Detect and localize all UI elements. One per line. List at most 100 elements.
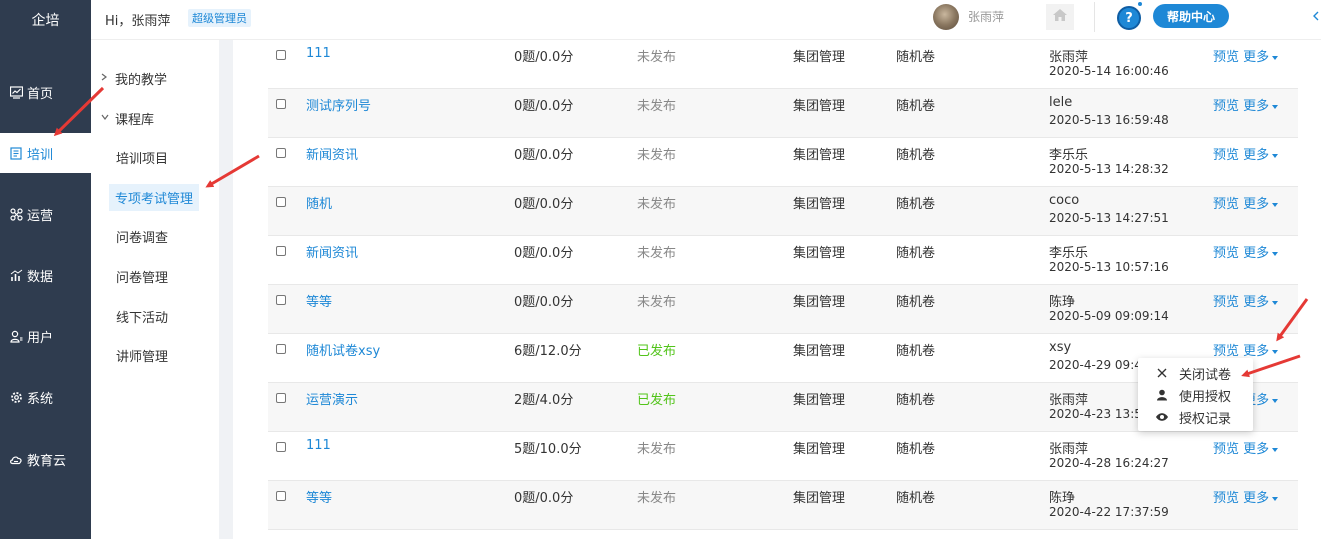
exam-name-link[interactable]: 111: [306, 438, 331, 453]
more-dropdown-toggle[interactable]: 更多: [1243, 197, 1279, 212]
more-dropdown-toggle[interactable]: 更多: [1243, 295, 1279, 310]
row-actions: 预览 更多: [1213, 438, 1279, 457]
nav-item-home[interactable]: 首页: [0, 72, 91, 112]
help-icon[interactable]: ?: [1117, 6, 1141, 30]
exam-name-link[interactable]: 随机: [306, 193, 332, 212]
row-checkbox[interactable]: [276, 246, 286, 256]
group-cell: 集团管理: [793, 246, 846, 261]
row-checkbox[interactable]: [276, 50, 286, 60]
question-score: 0题/0.0分: [514, 99, 574, 114]
preview-link[interactable]: 预览: [1213, 246, 1239, 261]
app-logo[interactable]: 企培: [0, 0, 91, 40]
more-label: 更多: [1243, 442, 1270, 457]
nav-label: 系统: [27, 391, 54, 407]
author-cell: xsy: [1049, 340, 1072, 355]
avatar[interactable]: [933, 4, 959, 30]
subnav-item-questionnaire[interactable]: 问卷管理: [91, 262, 219, 290]
preview-link[interactable]: 预览: [1213, 442, 1239, 457]
author-cell: 李乐乐: [1049, 246, 1089, 261]
nav-item-data[interactable]: 数据: [0, 255, 91, 295]
menu-item-use-authorization[interactable]: 使用授权: [1138, 384, 1253, 406]
exam-name-link[interactable]: 等等: [306, 291, 332, 310]
exam-name-link[interactable]: 测试序列号: [306, 95, 371, 114]
menu-item-close-exam[interactable]: 关闭试卷: [1138, 362, 1253, 384]
question-score: 0题/0.0分: [514, 197, 574, 212]
subnav-group-my-teaching[interactable]: 我的教学: [91, 64, 219, 92]
preview-link[interactable]: 预览: [1213, 148, 1239, 163]
preview-link[interactable]: 预览: [1213, 344, 1239, 359]
row-checkbox[interactable]: [276, 148, 286, 158]
subnav-item-special-exam[interactable]: 专项考试管理: [91, 183, 219, 211]
more-dropdown-toggle[interactable]: 更多: [1243, 344, 1279, 359]
question-score: 0题/0.0分: [514, 491, 574, 506]
exam-type-cell: 随机卷: [896, 295, 936, 310]
chevron-down-icon: [101, 113, 113, 124]
caret-down-icon: [1272, 200, 1279, 209]
author-cell: 张雨萍: [1049, 442, 1089, 457]
group-cell: 集团管理: [793, 148, 846, 163]
exam-name-link[interactable]: 等等: [306, 487, 332, 506]
row-checkbox[interactable]: [276, 442, 286, 452]
nav-item-edu-cloud[interactable]: 教育云: [0, 439, 91, 479]
author-cell: 张雨萍: [1049, 50, 1089, 65]
exam-name-link[interactable]: 新闻资讯: [306, 144, 358, 163]
caret-down-icon: [1272, 298, 1279, 307]
preview-link[interactable]: 预览: [1213, 99, 1239, 114]
subnav-item-offline-activity[interactable]: 线下活动: [91, 302, 219, 330]
more-dropdown-toggle[interactable]: 更多: [1243, 50, 1279, 65]
caret-down-icon: [1272, 151, 1279, 160]
subnav-item-survey[interactable]: 问卷调查: [91, 222, 219, 250]
exam-name-link[interactable]: 新闻资讯: [306, 242, 358, 261]
row-checkbox[interactable]: [276, 99, 286, 109]
help-center-button[interactable]: 帮助中心: [1153, 4, 1229, 28]
exam-name-link[interactable]: 随机试卷xsy: [306, 340, 380, 359]
row-checkbox[interactable]: [276, 295, 286, 305]
status-badge: 已发布: [637, 393, 677, 408]
caret-down-icon: [1272, 347, 1279, 356]
chevron-left-icon[interactable]: [1313, 10, 1319, 24]
status-badge: 未发布: [637, 99, 677, 114]
caret-down-icon: [1272, 102, 1279, 111]
exam-type-cell: 随机卷: [896, 491, 936, 506]
author-cell: 陈琤: [1049, 491, 1076, 506]
home-button[interactable]: [1046, 4, 1074, 30]
row-checkbox[interactable]: [276, 344, 286, 354]
menu-item-authorization-record[interactable]: 授权记录: [1138, 406, 1253, 428]
status-badge: 未发布: [637, 197, 677, 212]
row-actions: 预览 更多: [1213, 144, 1279, 163]
row-checkbox[interactable]: [276, 491, 286, 501]
preview-link[interactable]: 预览: [1213, 197, 1239, 212]
row-checkbox[interactable]: [276, 197, 286, 207]
user-name[interactable]: 张雨萍: [968, 8, 1004, 25]
exam-type-cell: 随机卷: [896, 442, 936, 457]
row-actions: 预览 更多: [1213, 291, 1279, 310]
preview-link[interactable]: 预览: [1213, 491, 1239, 506]
timestamp-cell: 2020-5-13 14:28:32: [1049, 162, 1169, 176]
subnav-item-training-project[interactable]: 培训项目: [91, 143, 219, 171]
subnav-item-label: 问卷调查: [116, 230, 169, 246]
status-badge: 未发布: [637, 442, 677, 457]
nav-item-system[interactable]: 系统: [0, 377, 91, 417]
table-row: 新闻资讯 0题/0.0分 未发布 集团管理 随机卷 李乐乐 2020-5-13 10:57:…: [268, 236, 1298, 285]
author-cell: lele: [1049, 95, 1073, 110]
more-dropdown-toggle[interactable]: 更多: [1243, 99, 1279, 114]
nav-item-operation[interactable]: 运营: [0, 194, 91, 234]
preview-link[interactable]: 预览: [1213, 50, 1239, 65]
more-dropdown-toggle[interactable]: 更多: [1243, 246, 1279, 261]
exam-name-link[interactable]: 运营演示: [306, 389, 358, 408]
role-badge: 超级管理员: [188, 9, 251, 27]
row-checkbox[interactable]: [276, 393, 286, 403]
timestamp-cell: 2020-4-29 09:42: [1049, 358, 1150, 372]
timestamp-cell: 2020-5-13 16:59:48: [1049, 113, 1169, 127]
preview-link[interactable]: 预览: [1213, 295, 1239, 310]
nav-item-users[interactable]: 用户: [0, 316, 91, 356]
more-label: 更多: [1243, 148, 1270, 163]
more-dropdown-toggle[interactable]: 更多: [1243, 442, 1279, 457]
more-dropdown-toggle[interactable]: 更多: [1243, 148, 1279, 163]
subnav-item-lecturer[interactable]: 讲师管理: [91, 341, 219, 369]
nav-item-training[interactable]: 培训: [0, 133, 91, 173]
more-dropdown-toggle[interactable]: 更多: [1243, 491, 1279, 506]
table-row: 111 5题/10.0分 未发布 集团管理 随机卷 张雨萍 2020-4-28 16:24:…: [268, 432, 1298, 481]
subnav-group-course-library[interactable]: 课程库: [91, 104, 219, 132]
exam-name-link[interactable]: 111: [306, 46, 331, 61]
